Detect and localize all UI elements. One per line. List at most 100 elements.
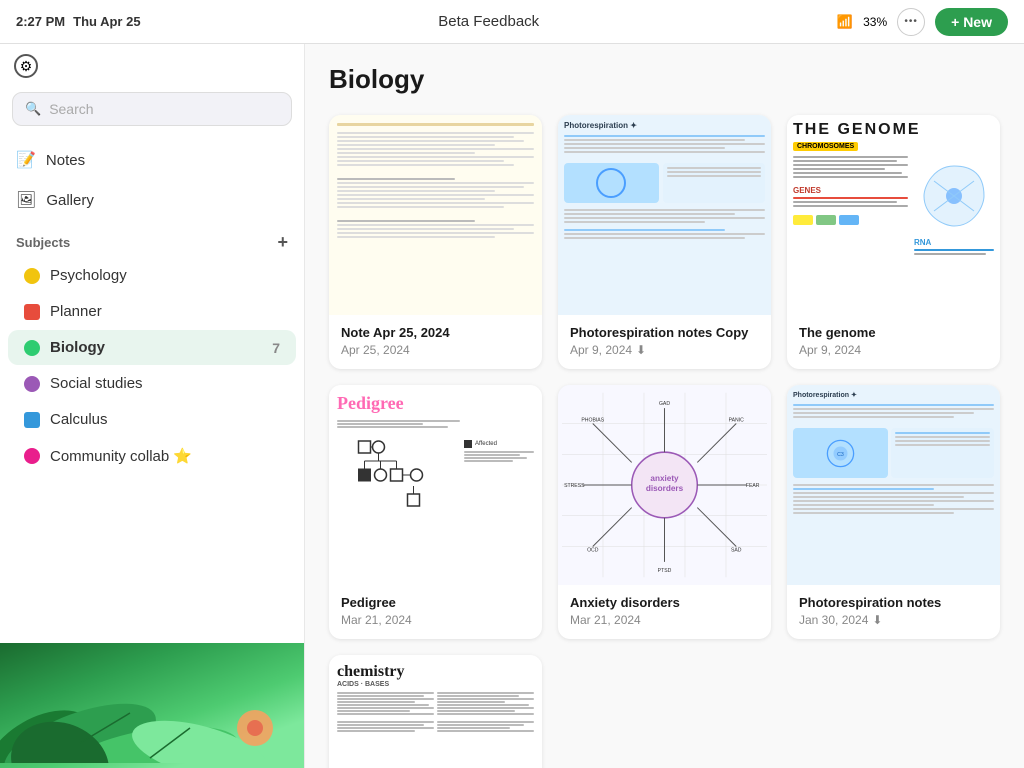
- note-thumbnail-4: Pedigree: [329, 385, 542, 585]
- genome-thumb: THE GENOME CHROMOSOMES: [787, 115, 1000, 315]
- notes-icon: 📝: [16, 150, 36, 170]
- svg-text:PANIC: PANIC: [729, 417, 745, 423]
- svg-text:STRESS: STRESS: [564, 483, 585, 489]
- sidebar-item-psychology[interactable]: Psychology: [8, 258, 296, 293]
- sidebar-illustration: [0, 643, 304, 768]
- chem-thumb: chemistry ACIDS · BASES: [329, 655, 542, 768]
- note-card-7[interactable]: chemistry ACIDS · BASES: [329, 655, 542, 768]
- note-date-5: Mar 21, 2024: [570, 613, 759, 627]
- note-thumbnail-1: [329, 115, 542, 315]
- psychology-dot: [24, 268, 40, 284]
- time-display: 2:27 PM: [16, 14, 65, 29]
- date-display: Thu Apr 25: [73, 14, 140, 29]
- search-icon: 🔍: [25, 101, 41, 117]
- note-info-4: Pedigree Mar 21, 2024: [329, 585, 542, 639]
- svg-text:SAD: SAD: [731, 548, 742, 554]
- note-thumbnail-7: chemistry ACIDS · BASES: [329, 655, 542, 768]
- community-collab-label: Community collab ⭐: [50, 447, 192, 465]
- svg-text:PHOBIAS: PHOBIAS: [581, 417, 604, 423]
- pedigree-title: Pedigree: [337, 393, 534, 414]
- svg-text:GAD: GAD: [659, 401, 670, 407]
- sidebar-item-community-collab[interactable]: Community collab ⭐: [8, 438, 296, 474]
- note-card-5[interactable]: anxiety disorders PHOB: [558, 385, 771, 639]
- note-title-1: Note Apr 25, 2024: [341, 325, 530, 340]
- social-studies-dot: [24, 376, 40, 392]
- settings-button[interactable]: [14, 54, 38, 78]
- calculus-dot: [24, 412, 40, 428]
- battery-display: 33%: [863, 15, 887, 29]
- note-info-3: The genome Apr 9, 2024: [787, 315, 1000, 369]
- svg-text:FEAR: FEAR: [746, 483, 760, 489]
- download-icon-6: ⬇: [872, 613, 882, 627]
- search-placeholder: Search: [49, 101, 93, 117]
- sidebar: 🔍 Search 📝 Notes 🖼 Gallery Subjects + Ps…: [0, 44, 305, 768]
- biology-count: 7: [272, 340, 280, 356]
- note-date-1: Apr 25, 2024: [341, 343, 530, 357]
- top-bar-right: 📶 33% ••• + New: [837, 8, 1008, 36]
- community-collab-dot: [24, 448, 40, 464]
- notes-label: Notes: [46, 152, 85, 169]
- search-bar[interactable]: 🔍 Search: [12, 92, 292, 126]
- planner-dot: [24, 304, 40, 320]
- chem-title: chemistry: [337, 663, 534, 681]
- note-title-3: The genome: [799, 325, 988, 340]
- note-card-2[interactable]: Photorespiration ✦: [558, 115, 771, 369]
- svg-text:anxiety: anxiety: [650, 474, 679, 483]
- psychology-label: Psychology: [50, 267, 127, 284]
- app-title: Beta Feedback: [438, 13, 539, 30]
- calculus-label: Calculus: [50, 411, 108, 428]
- note-info-2: Photorespiration notes Copy Apr 9, 2024 …: [558, 315, 771, 369]
- note-date-4: Mar 21, 2024: [341, 613, 530, 627]
- sidebar-item-planner[interactable]: Planner: [8, 294, 296, 329]
- note-thumbnail-3: THE GENOME CHROMOSOMES: [787, 115, 1000, 315]
- sidebar-item-calculus[interactable]: Calculus: [8, 402, 296, 437]
- svg-text:C3: C3: [837, 452, 844, 458]
- gallery-label: Gallery: [46, 192, 94, 209]
- gallery-icon: 🖼: [16, 190, 36, 210]
- note-date-3: Apr 9, 2024: [799, 343, 988, 357]
- note-title-6: Photorespiration notes: [799, 595, 988, 610]
- note-card-1[interactable]: Note Apr 25, 2024 Apr 25, 2024: [329, 115, 542, 369]
- note-thumbnail-5: anxiety disorders PHOB: [558, 385, 771, 585]
- note-title-5: Anxiety disorders: [570, 595, 759, 610]
- svg-text:OCD: OCD: [587, 548, 599, 554]
- note-date-2: Apr 9, 2024 ⬇: [570, 343, 759, 357]
- sidebar-nav: 📝 Notes 🖼 Gallery: [0, 136, 304, 224]
- top-bar-left: 2:27 PM Thu Apr 25: [16, 14, 141, 29]
- svg-text:PTSD: PTSD: [658, 568, 672, 574]
- sidebar-item-social-studies[interactable]: Social studies: [8, 366, 296, 401]
- content-area: Biology: [305, 44, 1024, 768]
- add-subject-button[interactable]: +: [277, 232, 288, 253]
- sidebar-item-gallery[interactable]: 🖼 Gallery: [0, 180, 304, 220]
- subjects-label: Subjects: [16, 235, 70, 250]
- subjects-section: Subjects +: [0, 224, 304, 257]
- new-button[interactable]: + New: [935, 8, 1008, 36]
- planner-label: Planner: [50, 303, 102, 320]
- page-title: Biology: [329, 64, 1000, 95]
- anxiety-thumb: anxiety disorders PHOB: [558, 385, 771, 585]
- sidebar-item-notes[interactable]: 📝 Notes: [0, 140, 304, 180]
- svg-text:disorders: disorders: [646, 484, 684, 493]
- main-layout: 🔍 Search 📝 Notes 🖼 Gallery Subjects + Ps…: [0, 44, 1024, 768]
- note-date-6: Jan 30, 2024 ⬇: [799, 613, 988, 627]
- notes-grid: Note Apr 25, 2024 Apr 25, 2024 Photoresp…: [329, 115, 1000, 768]
- note-thumbnail-6: Photorespiration ✦ C3: [787, 385, 1000, 585]
- note-card-6[interactable]: Photorespiration ✦ C3: [787, 385, 1000, 639]
- pedigree-thumb: Pedigree: [329, 385, 542, 585]
- sidebar-item-biology[interactable]: Biology 7: [8, 330, 296, 365]
- note-card-3[interactable]: THE GENOME CHROMOSOMES: [787, 115, 1000, 369]
- wifi-icon: 📶: [837, 14, 853, 30]
- note-title-4: Pedigree: [341, 595, 530, 610]
- note-info-6: Photorespiration notes Jan 30, 2024 ⬇: [787, 585, 1000, 639]
- more-button[interactable]: •••: [897, 8, 925, 36]
- download-icon-2: ⬇: [636, 343, 646, 357]
- note-info-1: Note Apr 25, 2024 Apr 25, 2024: [329, 315, 542, 369]
- note-card-4[interactable]: Pedigree: [329, 385, 542, 639]
- subjects-list: Psychology Planner Biology 7 Social stud…: [0, 257, 304, 475]
- note-thumbnail-2: Photorespiration ✦: [558, 115, 771, 315]
- biology-dot: [24, 340, 40, 356]
- note-info-5: Anxiety disorders Mar 21, 2024: [558, 585, 771, 639]
- biology-label: Biology: [50, 339, 105, 356]
- social-studies-label: Social studies: [50, 375, 143, 392]
- sidebar-bottom: [0, 643, 304, 768]
